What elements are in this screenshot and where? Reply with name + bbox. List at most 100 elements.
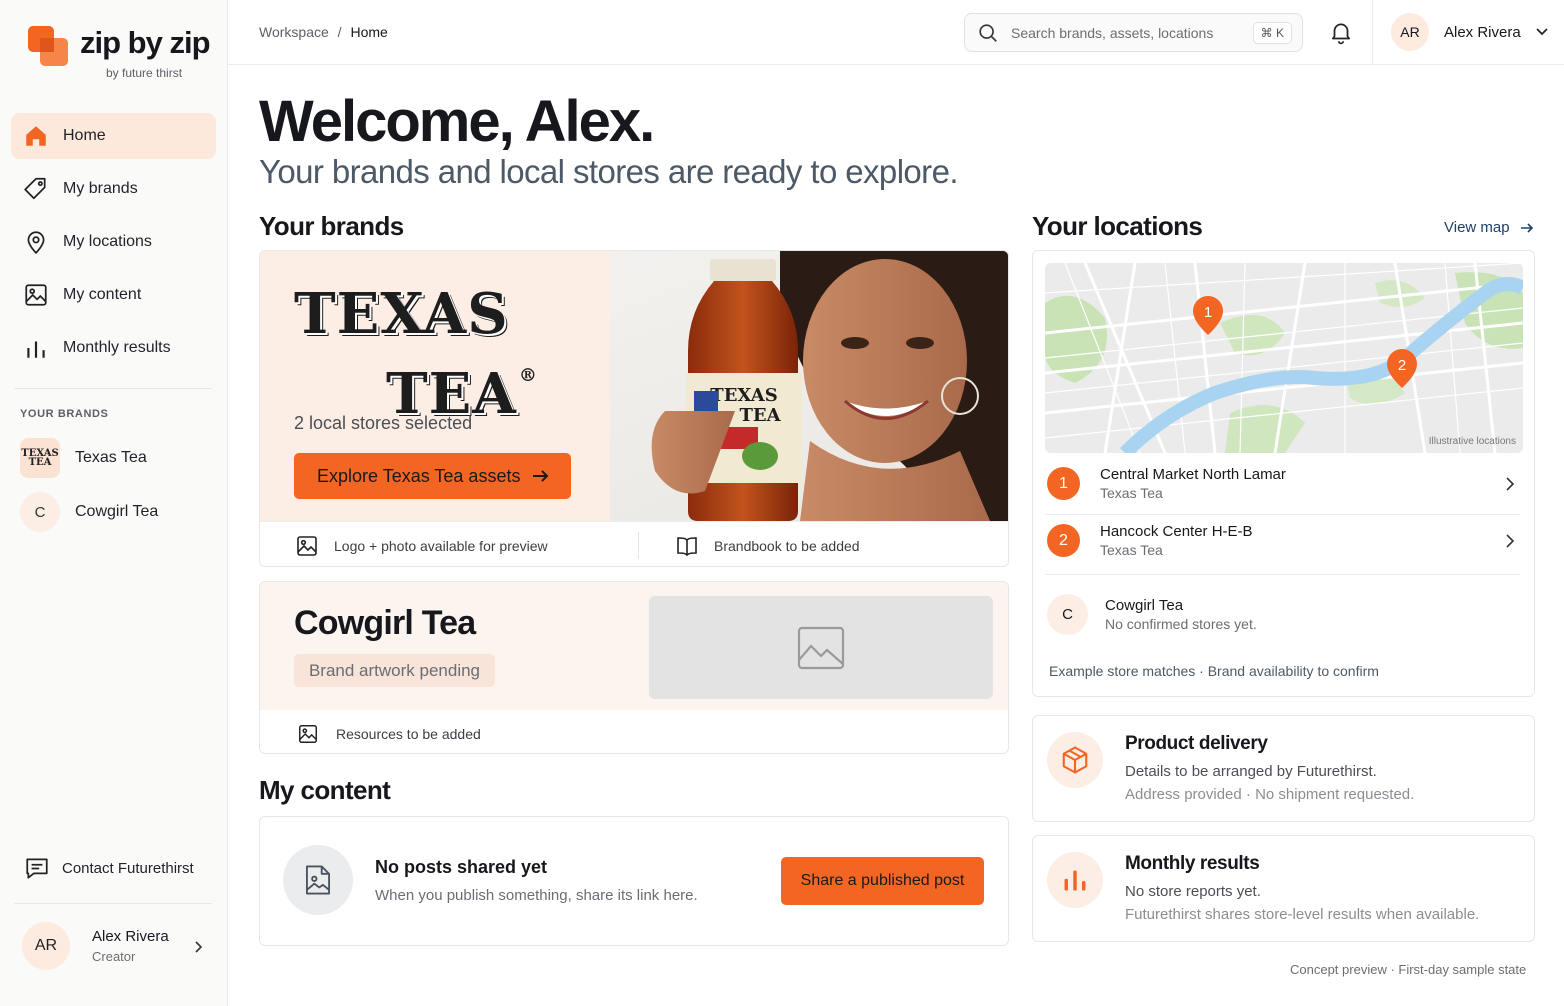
page-footnote: Concept preview · First-day sample state — [1290, 962, 1527, 977]
card-line-2: Futurethirst shares store-level results … — [1125, 906, 1480, 923]
nav-label: My brands — [63, 180, 138, 197]
pin-number: 1 — [1204, 304, 1212, 321]
profile-role: Creator — [92, 949, 136, 964]
user-name: Alex Rivera — [1444, 23, 1521, 41]
sidebar-brand-label: Cowgirl Tea — [75, 503, 159, 520]
status-text: Resources to be added — [336, 726, 481, 742]
artwork-placeholder — [649, 596, 993, 699]
brand-name: Cowgirl Tea — [1105, 597, 1184, 614]
notifications-button[interactable] — [1328, 19, 1354, 50]
nav-label: My locations — [63, 233, 152, 250]
texas-tea-logo: TEXAS TEA ® — [294, 283, 538, 425]
image-placeholder-icon — [797, 626, 845, 669]
card-title: Monthly results — [1125, 853, 1260, 874]
location-number: 1 — [1047, 467, 1080, 500]
sidebar-section-label: YOUR BRANDS — [20, 408, 109, 420]
breadcrumb-parent[interactable]: Workspace — [259, 24, 329, 40]
cowgirl-tea-footer: Resources to be added — [296, 723, 481, 745]
section-title-your-locations: Your locations — [1032, 211, 1203, 241]
contact-label: Contact Futurethirst — [62, 859, 194, 877]
view-map-link[interactable]: View map — [1444, 219, 1534, 236]
footer-divider — [638, 532, 639, 559]
profile-name: Alex Rivera — [92, 928, 169, 945]
nav-item-home[interactable]: Home — [11, 113, 216, 159]
logo-text: zip by zip — [80, 25, 210, 60]
brandbook-status: Brandbook to be added — [674, 534, 860, 558]
texas-tea-footer: Logo + photo available for preview Brand… — [260, 521, 1008, 566]
topbar-divider — [1372, 0, 1373, 65]
empty-state-description: When you publish something, share its li… — [375, 887, 698, 904]
location-row[interactable]: 2 Hancock Center H-E-B Texas Tea — [1047, 523, 1521, 558]
breadcrumb: Workspace / Home — [259, 24, 388, 40]
location-pin-icon — [27, 231, 45, 255]
bar-chart-icon — [1064, 870, 1086, 891]
logo-mark-icon — [26, 24, 70, 68]
stores-selected-text: 2 local stores selected — [294, 413, 473, 433]
search-placeholder: Search brands, assets, locations — [1011, 24, 1214, 41]
cowgirl-tea-thumb: C — [20, 492, 60, 532]
app-logo[interactable]: zip by zip by future thirst — [26, 24, 210, 80]
locations-card: 1 2 Illustrative locations 1 Central Mar… — [1032, 250, 1535, 697]
icon-wrap — [1047, 732, 1103, 788]
arrow-right-icon — [1520, 222, 1533, 233]
avatar: AR — [1391, 13, 1429, 51]
row-divider — [1045, 514, 1520, 515]
nav-item-my-brands[interactable]: My brands — [11, 166, 216, 212]
book-icon — [677, 537, 697, 557]
home-icon — [26, 126, 46, 146]
contact-button[interactable]: Contact Futurethirst — [24, 855, 194, 881]
share-post-button[interactable]: Share a published post — [781, 857, 984, 905]
location-row[interactable]: 1 Central Market North Lamar Texas Tea — [1047, 466, 1521, 501]
status-badge: Brand artwork pending — [294, 654, 495, 687]
chevron-down-icon — [1536, 28, 1548, 36]
chevron-right-icon — [1506, 534, 1515, 548]
section-title-your-brands: Your brands — [259, 211, 404, 241]
nav-item-my-locations[interactable]: My locations — [11, 219, 216, 265]
nav-item-monthly-results[interactable]: Monthly results — [11, 325, 216, 371]
icon-wrap — [1047, 852, 1103, 908]
map-note: Illustrative locations — [1428, 436, 1516, 447]
bottle-label-line-2: TEA — [739, 405, 781, 426]
card-line-2: Address provided · No shipment requested… — [1125, 786, 1415, 803]
product-delivery-card: Product delivery Details to be arranged … — [1032, 715, 1535, 822]
main-content: Welcome, Alex. Your brands and local sto… — [228, 65, 1564, 1006]
brand-photo-illustration: TEXAS TEA — [651, 251, 1008, 521]
link-label: View map — [1444, 219, 1510, 236]
image-icon — [25, 284, 47, 306]
cowgirl-tea-panel: Cowgirl Tea Brand artwork pending — [260, 582, 1008, 710]
brand-name: Cowgirl Tea — [294, 604, 476, 642]
locations-map[interactable]: 1 2 Illustrative locations — [1045, 263, 1523, 453]
location-brand: Texas Tea — [1100, 485, 1163, 501]
search-input[interactable]: Search brands, assets, locations ⌘ K — [964, 13, 1303, 52]
breadcrumb-current: Home — [350, 24, 388, 40]
bottle-label-line-1: TEXAS — [710, 385, 777, 406]
location-name: Central Market North Lamar — [1100, 466, 1286, 483]
card-line-1: Details to be arranged by Futurethirst. — [1125, 763, 1377, 780]
main-nav: Home My brands My locations My content M… — [11, 113, 216, 378]
bar-chart-icon — [27, 341, 45, 358]
user-menu[interactable]: AR Alex Rivera — [1391, 13, 1549, 51]
image-icon — [297, 536, 317, 556]
registered-mark: ® — [518, 365, 538, 386]
search-icon — [979, 23, 997, 42]
nav-item-my-content[interactable]: My content — [11, 272, 216, 318]
sidebar-brand-cowgirl-tea[interactable]: C Cowgirl Tea — [20, 492, 158, 532]
avatar: AR — [22, 922, 70, 970]
status-text: Brandbook to be added — [714, 538, 860, 554]
explore-assets-button[interactable]: Explore Texas Tea assets — [294, 453, 571, 499]
cowgirl-locations-row: C Cowgirl Tea No confirmed stores yet. — [1047, 594, 1257, 635]
profile-menu[interactable]: AR Alex Rivera Creator — [22, 922, 212, 970]
page-title: Welcome, Alex. — [259, 89, 655, 154]
brand-card-cowgirl-tea: Cowgirl Tea Brand artwork pending Resour… — [259, 581, 1009, 754]
sidebar-brand-texas-tea[interactable]: TEXAS TEA Texas Tea — [20, 438, 147, 478]
chevron-right-icon — [195, 941, 203, 953]
logo-tagline: by future thirst — [106, 66, 183, 80]
sidebar-brand-label: Texas Tea — [75, 449, 147, 466]
nav-label: Monthly results — [63, 339, 171, 356]
sidebar-divider — [14, 903, 212, 904]
chevron-right-icon — [1506, 477, 1515, 491]
pin-number: 2 — [1398, 357, 1406, 374]
card-line-1: No store reports yet. — [1125, 883, 1261, 900]
breadcrumb-separator: / — [337, 24, 342, 40]
package-icon — [1062, 746, 1088, 774]
